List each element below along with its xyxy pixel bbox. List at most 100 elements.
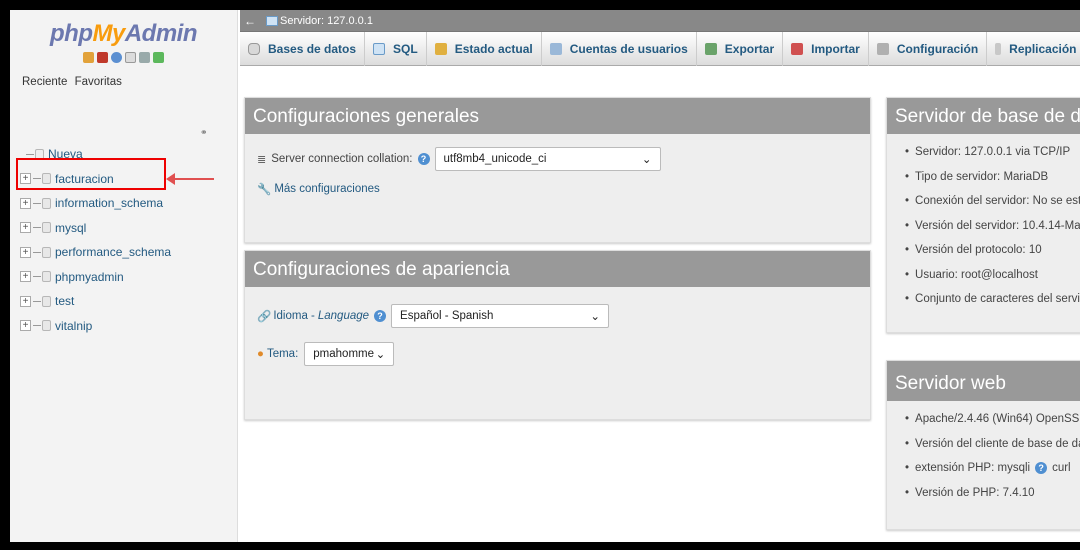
tree-item-label: performance_schema <box>55 245 172 260</box>
collapse-sidebar-icon[interactable]: ← <box>244 10 256 32</box>
home-icon[interactable] <box>83 52 94 63</box>
sidebar-quick-icons <box>10 52 237 68</box>
tree-line-icon <box>33 276 41 278</box>
panel-title: Servidor de base de dat <box>887 98 1080 134</box>
expand-icon[interactable]: + <box>20 197 31 209</box>
chevron-down-icon: ⌄ <box>641 154 652 166</box>
database-icon <box>42 246 51 258</box>
list-item: Servidor: 127.0.0.1 via TCP/IP <box>905 140 1075 165</box>
wrench-icon <box>876 42 889 55</box>
palette-icon: ● <box>257 348 264 360</box>
menu-sql[interactable]: SQL <box>365 31 427 66</box>
database-icon <box>42 222 51 234</box>
users-icon <box>549 42 562 55</box>
web-server-panel: Servidor web Apache/2.4.46 (Win64) OpenS… <box>886 360 1080 530</box>
menu-label: Estado actual <box>454 41 533 56</box>
collation-select[interactable]: utf8mb4_unicode_ci ⌄ <box>434 147 661 171</box>
tree-item-label: mysql <box>55 220 87 235</box>
menu-label: Replicación <box>1009 41 1077 56</box>
tree-line-icon <box>33 202 41 204</box>
more-settings-row: 🔧 Más configuraciones <box>257 176 858 202</box>
list-item: extensión PHP: mysqli ? curl <box>905 456 1075 481</box>
expand-icon[interactable]: + <box>20 246 31 258</box>
menu-user-accounts[interactable]: Cuentas de usuarios <box>542 31 697 66</box>
main-content: ← Servidor: 127.0.0.1 Bases de datos SQL… <box>240 10 1080 542</box>
chevron-down-icon: ⌄ <box>590 311 601 323</box>
database-server-list: Servidor: 127.0.0.1 via TCP/IP Tipo de s… <box>905 140 1080 312</box>
tree-item-label: phpmyadmin <box>55 269 124 284</box>
reload-icon[interactable] <box>153 52 164 63</box>
tree-item-vitalnip[interactable]: + vitalnip <box>20 314 238 339</box>
menu-databases[interactable]: Bases de datos <box>240 31 366 66</box>
menu-label: Configuración <box>896 41 979 56</box>
tree-line-icon <box>33 325 41 327</box>
help-icon[interactable]: ? <box>1035 462 1048 475</box>
select-value: Español - Spanish <box>400 310 494 322</box>
tree-item-test[interactable]: + test <box>20 289 238 314</box>
phpmyadmin-logo[interactable]: phpMyAdmin <box>10 10 237 50</box>
panel-title: Configuraciones generales <box>245 98 870 134</box>
tree-item-mysql[interactable]: + mysql <box>20 216 238 241</box>
theme-select[interactable]: pmahomme ⌄ <box>304 342 395 366</box>
status-icon <box>434 42 447 55</box>
chevron-down-icon: ⌄ <box>375 349 386 361</box>
expand-icon[interactable]: + <box>20 222 31 234</box>
language-select[interactable]: Español - Spanish ⌄ <box>391 304 610 328</box>
appearance-settings-panel: Configuraciones de apariencia 🔗 Idioma -… <box>244 250 871 420</box>
menu-replication[interactable]: Replicación <box>987 32 1080 66</box>
theme-row: ● Tema: pmahomme ⌄ <box>257 341 858 367</box>
annotation-highlight-box <box>16 158 166 190</box>
breadcrumb-server[interactable]: Servidor: 127.0.0.1 <box>266 15 373 27</box>
tab-recent[interactable]: Reciente <box>22 76 67 88</box>
php-extension-text: extensión PHP: mysqli <box>915 462 1031 475</box>
database-icon <box>248 42 260 55</box>
app-window: phpMyAdmin Reciente Favoritas ⚭ Nueva + … <box>10 10 1080 542</box>
tree-item-performance-schema[interactable]: + performance_schema <box>20 240 238 265</box>
docs-icon[interactable] <box>125 52 136 63</box>
settings-gear-icon[interactable] <box>139 52 150 63</box>
logo-my: My <box>92 20 125 47</box>
list-item: Conjunto de caracteres del servic <box>905 287 1080 312</box>
list-item: Versión del cliente de base de da <box>905 432 1080 457</box>
expand-icon[interactable]: + <box>20 320 31 332</box>
menu-status[interactable]: Estado actual <box>427 31 542 66</box>
panel-title: Configuraciones de apariencia <box>245 251 870 287</box>
annotation-arrow-icon <box>166 173 214 185</box>
tree-item-label: information_schema <box>55 196 164 211</box>
collation-label: Server connection collation: <box>271 153 413 165</box>
select-value: pmahomme <box>313 348 374 360</box>
menu-label: Exportar <box>724 41 775 56</box>
help-icon[interactable]: ? <box>374 310 387 322</box>
link-with-main-icon[interactable]: ⚭ <box>200 127 208 138</box>
menu-settings[interactable]: Configuración <box>869 31 988 66</box>
language-row: 🔗 Idioma - Language ? Español - Spanish … <box>257 303 858 329</box>
list-item: Apache/2.4.46 (Win64) OpenSSL <box>905 407 1080 432</box>
more-settings-link[interactable]: Más configuraciones <box>274 183 379 195</box>
menu-export[interactable]: Exportar <box>697 31 784 66</box>
menu-label: SQL <box>393 41 418 56</box>
list-item: Versión de PHP: 7.4.10 <box>905 481 1075 506</box>
database-icon <box>42 320 51 332</box>
select-value: utf8mb4_unicode_ci <box>443 153 547 165</box>
help-icon[interactable]: ? <box>417 153 430 165</box>
menu-label: Importar <box>811 41 860 56</box>
menu-import[interactable]: Importar <box>783 31 869 66</box>
tree-item-phpmyadmin[interactable]: + phpmyadmin <box>20 265 238 290</box>
tab-favorites[interactable]: Favoritas <box>75 76 122 88</box>
help-icon[interactable] <box>111 52 122 63</box>
list-item: Tipo de servidor: MariaDB <box>905 165 1075 190</box>
tree-item-information-schema[interactable]: + information_schema <box>20 191 238 216</box>
import-icon <box>791 42 804 55</box>
export-icon <box>704 42 717 55</box>
logo-admin: Admin <box>124 20 198 47</box>
wrench-icon: 🔧 <box>257 184 272 196</box>
list-item: Usuario: root@localhost <box>905 263 1075 288</box>
database-server-panel: Servidor de base de dat Servidor: 127.0.… <box>886 97 1080 333</box>
logout-icon[interactable] <box>97 52 108 63</box>
expand-icon[interactable]: + <box>20 295 31 307</box>
top-menu: Bases de datos SQL Estado actual Cuentas… <box>240 31 1080 66</box>
tree-item-label: test <box>55 294 75 309</box>
menu-label: Bases de datos <box>268 41 357 56</box>
database-icon <box>42 197 51 209</box>
expand-icon[interactable]: + <box>20 271 31 283</box>
